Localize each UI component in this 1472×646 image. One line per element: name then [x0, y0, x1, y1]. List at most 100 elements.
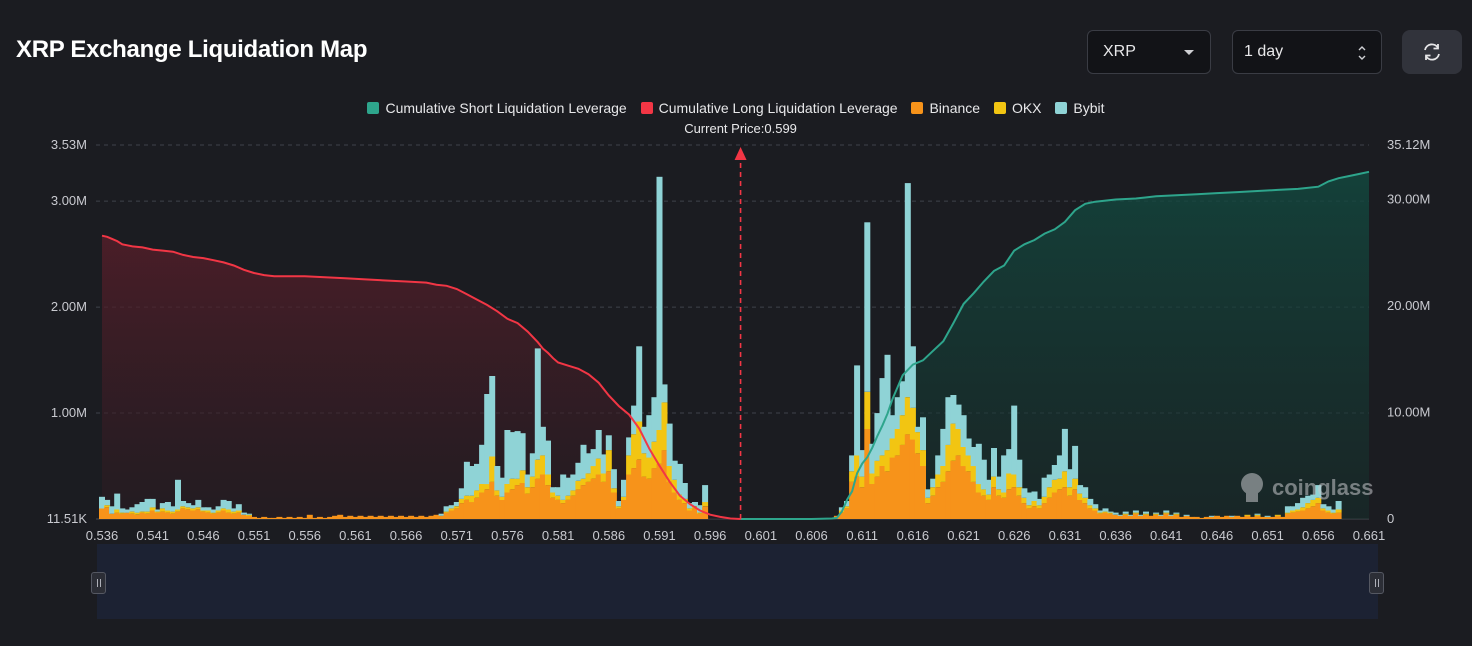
bar-bybit	[1001, 455, 1008, 493]
bar-binance	[1305, 508, 1312, 519]
bar-bybit	[1153, 512, 1160, 514]
bar-binance	[534, 478, 541, 519]
bar-okx	[545, 474, 551, 486]
bar-okx	[555, 495, 562, 500]
bar-bybit	[920, 417, 926, 451]
x-tick-label: 0.586	[593, 528, 626, 543]
bar-bybit	[965, 438, 972, 456]
bar-bybit	[545, 440, 551, 475]
bar-binance	[980, 495, 987, 519]
bar-bybit	[1183, 514, 1190, 516]
current-price-label: Current Price:0.599	[684, 121, 797, 136]
bar-okx	[570, 490, 577, 496]
y-right-tick-label: 35.12M	[1387, 137, 1430, 152]
x-tick-label: 0.601	[745, 528, 778, 543]
bar-bybit	[1163, 510, 1170, 513]
bar-okx	[920, 450, 926, 466]
bar-okx	[1046, 487, 1053, 498]
x-tick-label: 0.651	[1251, 528, 1284, 543]
x-tick-label: 0.646	[1201, 528, 1234, 543]
bar-okx	[889, 438, 896, 458]
bar-okx	[1163, 512, 1170, 514]
x-tick-label: 0.546	[187, 528, 220, 543]
x-tick-label: 0.661	[1353, 528, 1386, 543]
bar-okx	[590, 466, 597, 479]
y-right-tick-label: 20.00M	[1387, 298, 1430, 313]
bar-bybit	[1264, 515, 1271, 517]
bar-binance	[1193, 516, 1200, 519]
x-tick-label: 0.636	[1099, 528, 1132, 543]
x-tick-label: 0.656	[1302, 528, 1335, 543]
bar-bybit	[534, 348, 541, 460]
bar-bybit	[246, 513, 252, 515]
bar-okx	[1305, 503, 1312, 509]
bar-bybit	[104, 499, 111, 506]
watermark-text: coinglass	[1272, 475, 1373, 500]
bar-binance	[940, 481, 947, 519]
bar-okx	[610, 488, 617, 493]
x-tick-label: 0.606	[795, 528, 828, 543]
x-tick-label: 0.591	[643, 528, 676, 543]
bar-okx	[605, 450, 612, 472]
bar-binance	[631, 468, 638, 519]
bar-okx	[1082, 497, 1089, 504]
bar-bybit	[991, 448, 997, 477]
bar-bybit	[570, 474, 577, 491]
bar-okx	[1092, 508, 1099, 511]
bar-bybit	[489, 376, 496, 457]
y-left-tick-label: 2.00M	[51, 299, 87, 314]
bar-binance	[889, 457, 896, 519]
liquidation-chart: Current Price:0.599 11.51K 1.00M 2.00M 3.00…	[47, 121, 1430, 619]
x-tick-label: 0.561	[339, 528, 372, 543]
zoom-handle-left[interactable]	[91, 572, 106, 594]
bar-okx	[980, 489, 987, 496]
x-tick-label: 0.616	[897, 528, 930, 543]
bar-okx	[1274, 514, 1281, 516]
x-tick-label: 0.631	[1049, 528, 1082, 543]
zoom-track	[97, 544, 1378, 619]
bar-okx	[940, 466, 947, 482]
bar-okx	[519, 470, 526, 483]
zoom-handle-right[interactable]	[1369, 572, 1384, 594]
x-tick-label: 0.551	[238, 528, 271, 543]
bar-bybit	[864, 222, 871, 392]
bar-binance	[1335, 512, 1342, 519]
bar-okx	[534, 459, 541, 479]
x-tick-label: 0.581	[542, 528, 575, 543]
bar-bybit	[235, 504, 242, 511]
bar-binance	[965, 471, 972, 519]
bar-bybit	[980, 459, 987, 490]
bar-okx	[1153, 513, 1160, 515]
bar-bybit	[1072, 445, 1079, 479]
bar-bybit	[702, 485, 709, 503]
bar-binance	[1158, 515, 1165, 519]
bar-bybit	[1061, 428, 1068, 472]
bar-bybit	[1112, 512, 1119, 515]
x-tick-label: 0.626	[998, 528, 1031, 543]
bar-okx	[1122, 513, 1129, 515]
bar-okx	[869, 473, 876, 484]
bar-okx	[1143, 513, 1149, 515]
bar-binance	[646, 478, 653, 519]
bar-bybit	[114, 493, 121, 510]
bar-bybit	[889, 415, 896, 439]
bar-okx	[246, 514, 252, 516]
bar-bybit	[1107, 511, 1114, 513]
bar-binance	[605, 471, 612, 519]
bar-binance	[1016, 495, 1023, 519]
bar-bybit	[590, 449, 597, 467]
bar-binance	[555, 499, 562, 519]
bar-binance	[904, 434, 911, 519]
bar-okx	[702, 502, 709, 507]
bar-okx	[1254, 514, 1261, 516]
bar-bybit	[1016, 459, 1023, 488]
bar-bybit	[854, 365, 861, 456]
x-tick-label: 0.566	[390, 528, 423, 543]
x-tick-label: 0.576	[491, 528, 524, 543]
bar-binance	[869, 484, 876, 519]
bar-bybit	[1102, 508, 1109, 512]
x-tick-label: 0.556	[288, 528, 321, 543]
bar-bybit	[149, 498, 156, 508]
bar-bybit	[519, 433, 526, 471]
bar-okx	[646, 457, 653, 479]
